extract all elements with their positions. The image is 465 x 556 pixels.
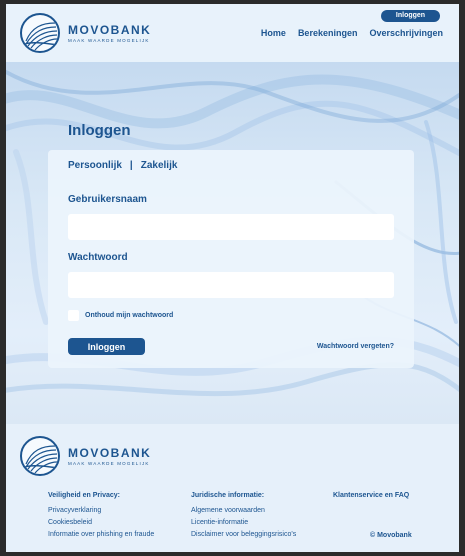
footer-heading: Juridische informatie:	[191, 492, 265, 499]
footer-brand-logo[interactable]: MOVOBANK MAAK WAARDE MOGELIJK	[20, 436, 151, 476]
nav-overschrijvingen[interactable]: Overschrijvingen	[369, 28, 443, 38]
tab-separator: |	[129, 160, 133, 171]
brand-logo[interactable]: MOVOBANK MAAK WAARDE MOGELIJK	[20, 13, 151, 53]
page-title: Inloggen	[68, 122, 131, 139]
tab-persoonlijk[interactable]: Persoonlijk	[68, 160, 122, 171]
remember-me: Onthoud mijn wachtwoord	[68, 310, 173, 321]
password-label: Wachtwoord	[68, 252, 128, 263]
footer-brand-wordmark: MOVOBANK MAAK WAARDE MOGELIJK	[68, 446, 151, 466]
wave-globe-logo-icon	[20, 13, 60, 53]
footer-column-legal: Juridische informatie: Algemene voorwaar…	[191, 492, 296, 543]
header-login-button[interactable]: Inloggen	[381, 10, 440, 22]
footer-link-licentie[interactable]: Licentie-informatie	[191, 519, 296, 526]
footer-link-disclaimer[interactable]: Disclaimer voor beleggingsrisico's	[191, 531, 296, 538]
username-input[interactable]	[68, 214, 394, 240]
footer-column-service: Klantenservice en FAQ	[333, 492, 409, 507]
site-footer: MOVOBANK MAAK WAARDE MOGELIJK Veiligheid…	[6, 424, 459, 552]
checkbox-icon[interactable]	[68, 310, 79, 321]
footer-link-phishing[interactable]: Informatie over phishing en fraude	[48, 531, 154, 538]
footer-heading: Veiligheid en Privacy:	[48, 492, 120, 499]
login-hero: Inloggen Persoonlijk | Zakelijk Gebruike…	[6, 62, 459, 424]
login-tabs: Persoonlijk | Zakelijk	[68, 160, 177, 171]
brand-tagline: MAAK WAARDE MOGELIJK	[68, 38, 150, 43]
copyright: © Movobank	[370, 532, 412, 539]
footer-link-klantenservice[interactable]: Klantenservice en FAQ	[333, 492, 409, 499]
password-input[interactable]	[68, 272, 394, 298]
main-nav: Home Berekeningen Overschrijvingen	[261, 28, 443, 38]
forgot-password-link[interactable]: Wachtwoord vergeten?	[317, 343, 394, 350]
footer-link-privacyverklaring[interactable]: Privacyverklaring	[48, 507, 154, 514]
tab-zakelijk[interactable]: Zakelijk	[141, 160, 178, 171]
footer-column-privacy: Veiligheid en Privacy: Privacyverklaring…	[48, 492, 154, 543]
nav-home[interactable]: Home	[261, 28, 286, 38]
footer-link-voorwaarden[interactable]: Algemene voorwaarden	[191, 507, 296, 514]
login-submit-button[interactable]: Inloggen	[68, 338, 145, 355]
username-label: Gebruikersnaam	[68, 194, 147, 205]
footer-brand-tagline: MAAK WAARDE MOGELIJK	[68, 461, 150, 466]
nav-berekeningen[interactable]: Berekeningen	[298, 28, 358, 38]
brand-wordmark: MOVOBANK MAAK WAARDE MOGELIJK	[68, 23, 151, 43]
login-card: Persoonlijk | Zakelijk Gebruikersnaam Wa…	[48, 150, 414, 368]
footer-brand-name: MOVOBANK	[68, 446, 152, 460]
wave-globe-logo-icon	[20, 436, 60, 476]
remember-label[interactable]: Onthoud mijn wachtwoord	[85, 312, 173, 319]
brand-name: MOVOBANK	[68, 23, 152, 37]
page-frame: Inloggen MOVOBANK MAAK WAARDE MOGELIJK H…	[6, 4, 459, 552]
footer-link-cookiesbeleid[interactable]: Cookiesbeleid	[48, 519, 154, 526]
site-header: Inloggen MOVOBANK MAAK WAARDE MOGELIJK H…	[6, 4, 459, 62]
